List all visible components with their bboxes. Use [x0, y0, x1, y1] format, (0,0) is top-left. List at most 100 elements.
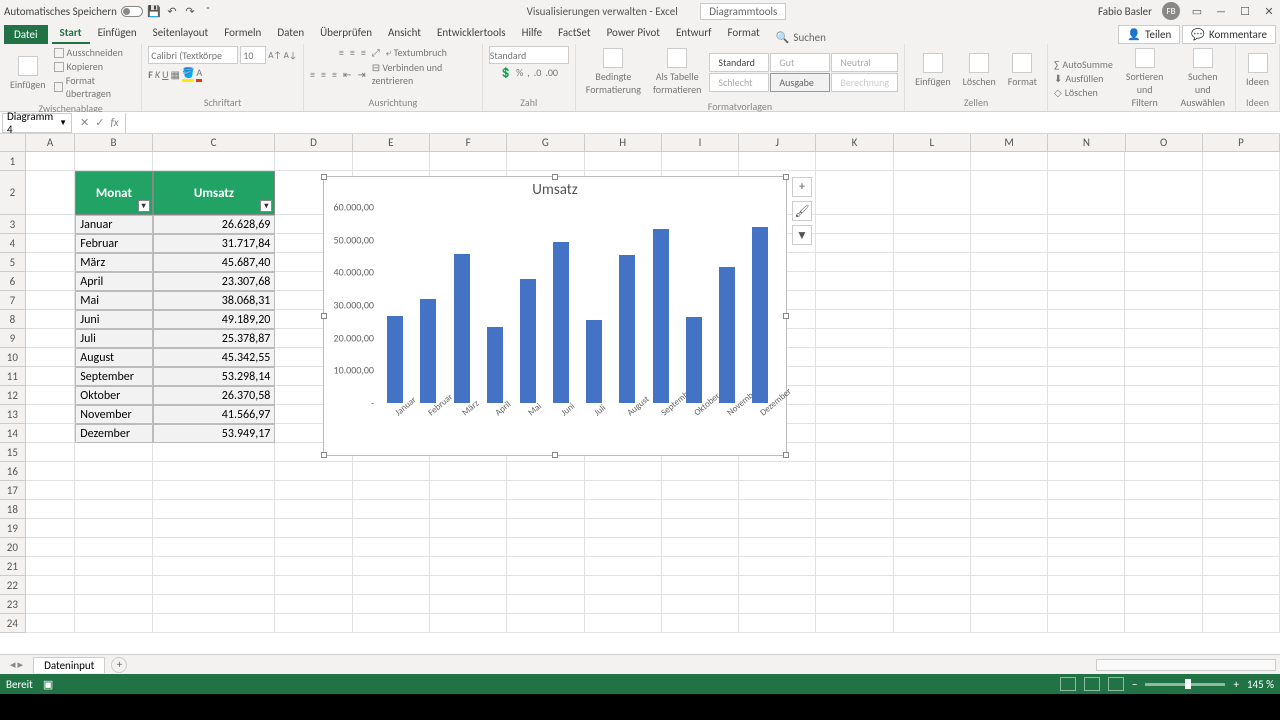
- autosave-toggle[interactable]: Automatisches Speichern: [4, 5, 143, 18]
- chart-bar[interactable]: [420, 299, 436, 403]
- row-header[interactable]: 20: [0, 538, 26, 557]
- cell[interactable]: [353, 614, 430, 633]
- row-header[interactable]: 17: [0, 481, 26, 500]
- cell[interactable]: [894, 386, 971, 405]
- cell[interactable]: [430, 462, 507, 481]
- cell[interactable]: [26, 171, 76, 215]
- cell[interactable]: [1125, 152, 1202, 171]
- cell[interactable]: [153, 557, 276, 576]
- cell[interactable]: [971, 481, 1048, 500]
- cell[interactable]: [1125, 538, 1202, 557]
- cell[interactable]: [1203, 348, 1280, 367]
- font-size-select[interactable]: [240, 46, 266, 64]
- cell[interactable]: [816, 253, 893, 272]
- cell[interactable]: [1125, 171, 1202, 215]
- cell[interactable]: [1048, 152, 1125, 171]
- cell[interactable]: [353, 557, 430, 576]
- cell[interactable]: [894, 595, 971, 614]
- currency-icon[interactable]: 💲: [500, 66, 512, 79]
- cell[interactable]: [816, 500, 893, 519]
- cell[interactable]: [153, 595, 276, 614]
- cell[interactable]: 25.378,87: [153, 329, 276, 348]
- cell[interactable]: [153, 519, 276, 538]
- cell[interactable]: [75, 443, 152, 462]
- cell[interactable]: [353, 462, 430, 481]
- chart-bar[interactable]: [586, 320, 602, 403]
- cell[interactable]: [1203, 557, 1280, 576]
- maximize-icon[interactable]: ☐: [1238, 4, 1252, 18]
- cell[interactable]: [1203, 386, 1280, 405]
- cell[interactable]: [275, 576, 352, 595]
- indent-inc-icon[interactable]: ⇥: [357, 68, 365, 81]
- tab-power pivot[interactable]: Power Pivot: [599, 23, 668, 44]
- cell[interactable]: [739, 557, 816, 576]
- cell[interactable]: [75, 595, 152, 614]
- col-header[interactable]: B: [75, 134, 152, 152]
- row-header[interactable]: 6: [0, 272, 26, 291]
- cell[interactable]: [1048, 443, 1125, 462]
- cell[interactable]: [1203, 152, 1280, 171]
- col-header[interactable]: C: [153, 134, 276, 152]
- cell[interactable]: [507, 595, 584, 614]
- tab-factset[interactable]: FactSet: [550, 23, 599, 44]
- row-header[interactable]: 21: [0, 557, 26, 576]
- inc-decimal-icon[interactable]: .0: [534, 66, 542, 79]
- cell[interactable]: [507, 576, 584, 595]
- cell[interactable]: [816, 405, 893, 424]
- row-header[interactable]: 12: [0, 386, 26, 405]
- cell[interactable]: [585, 500, 662, 519]
- cell[interactable]: [894, 367, 971, 386]
- cell[interactable]: [816, 348, 893, 367]
- cell[interactable]: [26, 367, 76, 386]
- find-select-button[interactable]: Suchen und Auswählen: [1177, 46, 1230, 111]
- col-header[interactable]: F: [430, 134, 507, 152]
- cell[interactable]: [153, 443, 276, 462]
- chart-title[interactable]: Umsatz: [324, 177, 786, 205]
- cell[interactable]: [971, 538, 1048, 557]
- chart-bar[interactable]: [520, 279, 536, 403]
- cell[interactable]: [816, 215, 893, 234]
- cell[interactable]: [894, 329, 971, 348]
- cell[interactable]: [1125, 329, 1202, 348]
- cell[interactable]: [1125, 405, 1202, 424]
- cell[interactable]: 26.628,69: [153, 215, 276, 234]
- cell[interactable]: [1125, 576, 1202, 595]
- cell[interactable]: [1125, 310, 1202, 329]
- cell[interactable]: [894, 500, 971, 519]
- cell[interactable]: [662, 519, 739, 538]
- wrap-text-button[interactable]: ⤶ Textumbruch: [386, 46, 447, 59]
- col-header[interactable]: J: [739, 134, 816, 152]
- cell[interactable]: [894, 576, 971, 595]
- cell[interactable]: Februar: [75, 234, 152, 253]
- sheet-tab[interactable]: Dateninput: [33, 657, 105, 673]
- tab-überprüfen[interactable]: Überprüfen: [312, 23, 380, 44]
- cell[interactable]: [971, 272, 1048, 291]
- cell[interactable]: [1048, 234, 1125, 253]
- cell[interactable]: [1203, 576, 1280, 595]
- merge-button[interactable]: ⊟ Verbinden und zentrieren: [372, 61, 476, 87]
- fill-button[interactable]: ⬇Ausfüllen: [1054, 72, 1113, 85]
- cell[interactable]: [1048, 291, 1125, 310]
- style-berechnung[interactable]: Berechnung: [831, 73, 898, 92]
- cell[interactable]: [971, 310, 1048, 329]
- col-header[interactable]: N: [1048, 134, 1125, 152]
- cell[interactable]: [1203, 291, 1280, 310]
- orientation-icon[interactable]: ⤢: [372, 46, 380, 59]
- align-left-icon[interactable]: ≡: [310, 68, 315, 81]
- normal-view-button[interactable]: [1060, 677, 1076, 691]
- cell[interactable]: [816, 310, 893, 329]
- cell[interactable]: [894, 405, 971, 424]
- tab-start[interactable]: Start: [52, 23, 90, 44]
- cell[interactable]: 53.298,14: [153, 367, 276, 386]
- cell[interactable]: Monat▾: [75, 171, 152, 215]
- cell[interactable]: [1125, 272, 1202, 291]
- worksheet-grid[interactable]: ABCDEFGHIJKLMNOP 12Monat▾Umsatz▾3Januar2…: [0, 134, 1280, 654]
- cell[interactable]: [26, 614, 76, 633]
- col-header[interactable]: A: [26, 134, 76, 152]
- cell[interactable]: [739, 462, 816, 481]
- cell[interactable]: [816, 462, 893, 481]
- minimize-icon[interactable]: —: [1214, 4, 1228, 18]
- cell[interactable]: [585, 519, 662, 538]
- row-header[interactable]: 10: [0, 348, 26, 367]
- cell[interactable]: [971, 595, 1048, 614]
